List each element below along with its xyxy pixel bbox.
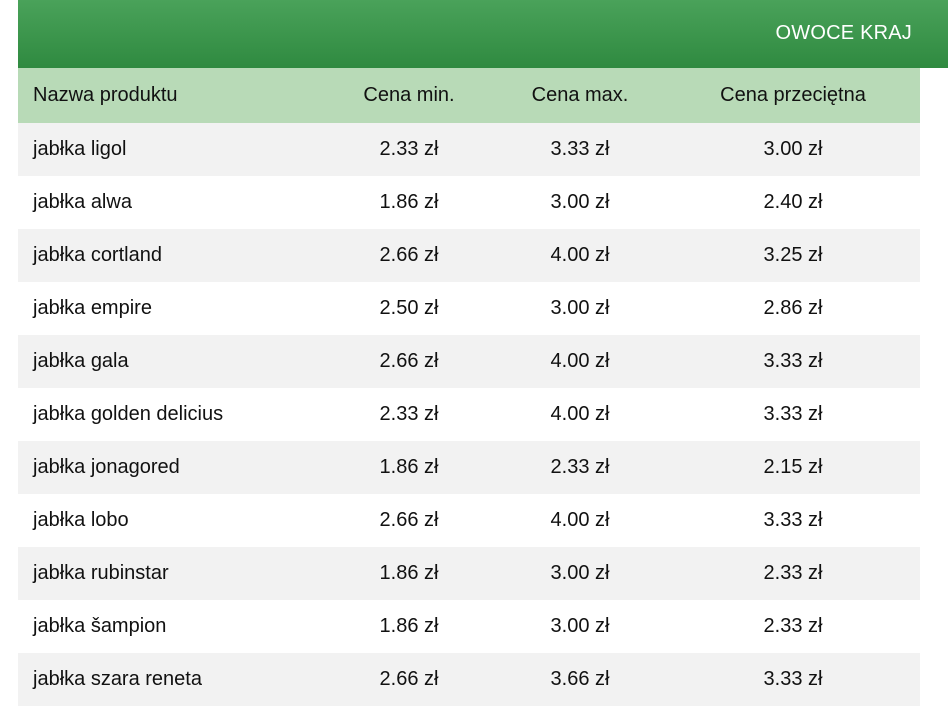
price-max: 3.00 zł [550, 615, 610, 637]
product-name: jabłka cortland [33, 244, 162, 266]
price-min: 1.86 zł [379, 615, 439, 637]
product-name: jabłka ligol [33, 138, 127, 160]
price-avg: 3.33 zł [763, 668, 823, 690]
product-name: jabłka empire [33, 297, 152, 319]
price-avg: 3.00 zł [763, 138, 823, 160]
table-row: jabłka jonagored 1.86 zł 2.33 zł 2.15 zł [18, 441, 920, 494]
product-name: jabłka gala [33, 350, 129, 372]
price-min: 2.66 zł [379, 244, 439, 266]
table-row: jabłka gala 2.66 zł 4.00 zł 3.33 zł [18, 335, 920, 388]
price-max: 3.66 zł [550, 668, 610, 690]
price-avg: 3.25 zł [763, 244, 823, 266]
price-max: 4.00 zł [550, 350, 610, 372]
table-row: jabłka lobo 2.66 zł 4.00 zł 3.33 zł [18, 494, 920, 547]
product-name: jabłka rubinstar [33, 562, 169, 584]
table-row: jabłka alwa 1.86 zł 3.00 zł 2.40 zł [18, 176, 920, 229]
price-avg: 2.15 zł [763, 456, 823, 478]
price-min: 2.50 zł [379, 297, 439, 319]
column-header-max: Cena max. [531, 84, 629, 106]
price-max: 3.00 zł [550, 562, 610, 584]
price-max: 3.00 zł [550, 297, 610, 319]
price-max: 4.00 zł [550, 509, 610, 531]
product-name: jabłka szara reneta [33, 668, 202, 690]
price-table-panel: OWOCE KRAJ Nazwa produktu Cena min. Cena… [18, 0, 948, 706]
price-max: 4.00 zł [550, 244, 610, 266]
column-header-avg: Cena przeciętna [720, 84, 866, 106]
table-row: jabłka cortland 2.66 zł 4.00 zł 3.25 zł [18, 229, 920, 282]
column-header-name: Nazwa produktu [33, 84, 178, 106]
table-row: jabłka golden delicius 2.33 zł 4.00 zł 3… [18, 388, 920, 441]
price-min: 2.66 zł [379, 668, 439, 690]
price-max: 4.00 zł [550, 403, 610, 425]
price-min: 1.86 zł [379, 191, 439, 213]
product-name: jabłka jonagored [33, 456, 180, 478]
price-min: 2.33 zł [379, 403, 439, 425]
product-name: jabłka lobo [33, 509, 129, 531]
price-table: Nazwa produktu Cena min. Cena max. Cena … [18, 68, 920, 706]
price-min: 1.86 zł [379, 456, 439, 478]
product-name: jabłka alwa [33, 191, 132, 213]
category-title: OWOCE KRAJ [775, 22, 912, 44]
table-header-row: Nazwa produktu Cena min. Cena max. Cena … [18, 68, 920, 123]
product-name: jabłka golden delicius [33, 403, 224, 425]
category-banner: OWOCE KRAJ [18, 0, 948, 68]
table-row: jabłka ligol 2.33 zł 3.33 zł 3.00 zł [18, 123, 920, 176]
price-avg: 3.33 zł [763, 403, 823, 425]
table-row: jabłka empire 2.50 zł 3.00 zł 2.86 zł [18, 282, 920, 335]
price-avg: 2.33 zł [763, 615, 823, 637]
table-row: jabłka szara reneta 2.66 zł 3.66 zł 3.33… [18, 653, 920, 706]
table-row: jabłka šampion 1.86 zł 3.00 zł 2.33 zł [18, 600, 920, 653]
price-avg: 2.86 zł [763, 297, 823, 319]
price-min: 2.66 zł [379, 350, 439, 372]
price-max: 2.33 zł [550, 456, 610, 478]
column-header-min: Cena min. [363, 84, 455, 106]
price-min: 2.33 zł [379, 138, 439, 160]
price-min: 2.66 zł [379, 509, 439, 531]
price-avg: 2.33 zł [763, 562, 823, 584]
price-max: 3.33 zł [550, 138, 610, 160]
price-avg: 3.33 zł [763, 350, 823, 372]
price-min: 1.86 zł [379, 562, 439, 584]
price-avg: 3.33 zł [763, 509, 823, 531]
price-avg: 2.40 zł [763, 191, 823, 213]
product-name: jabłka šampion [33, 615, 167, 637]
table-row: jabłka rubinstar 1.86 zł 3.00 zł 2.33 zł [18, 547, 920, 600]
price-max: 3.00 zł [550, 191, 610, 213]
